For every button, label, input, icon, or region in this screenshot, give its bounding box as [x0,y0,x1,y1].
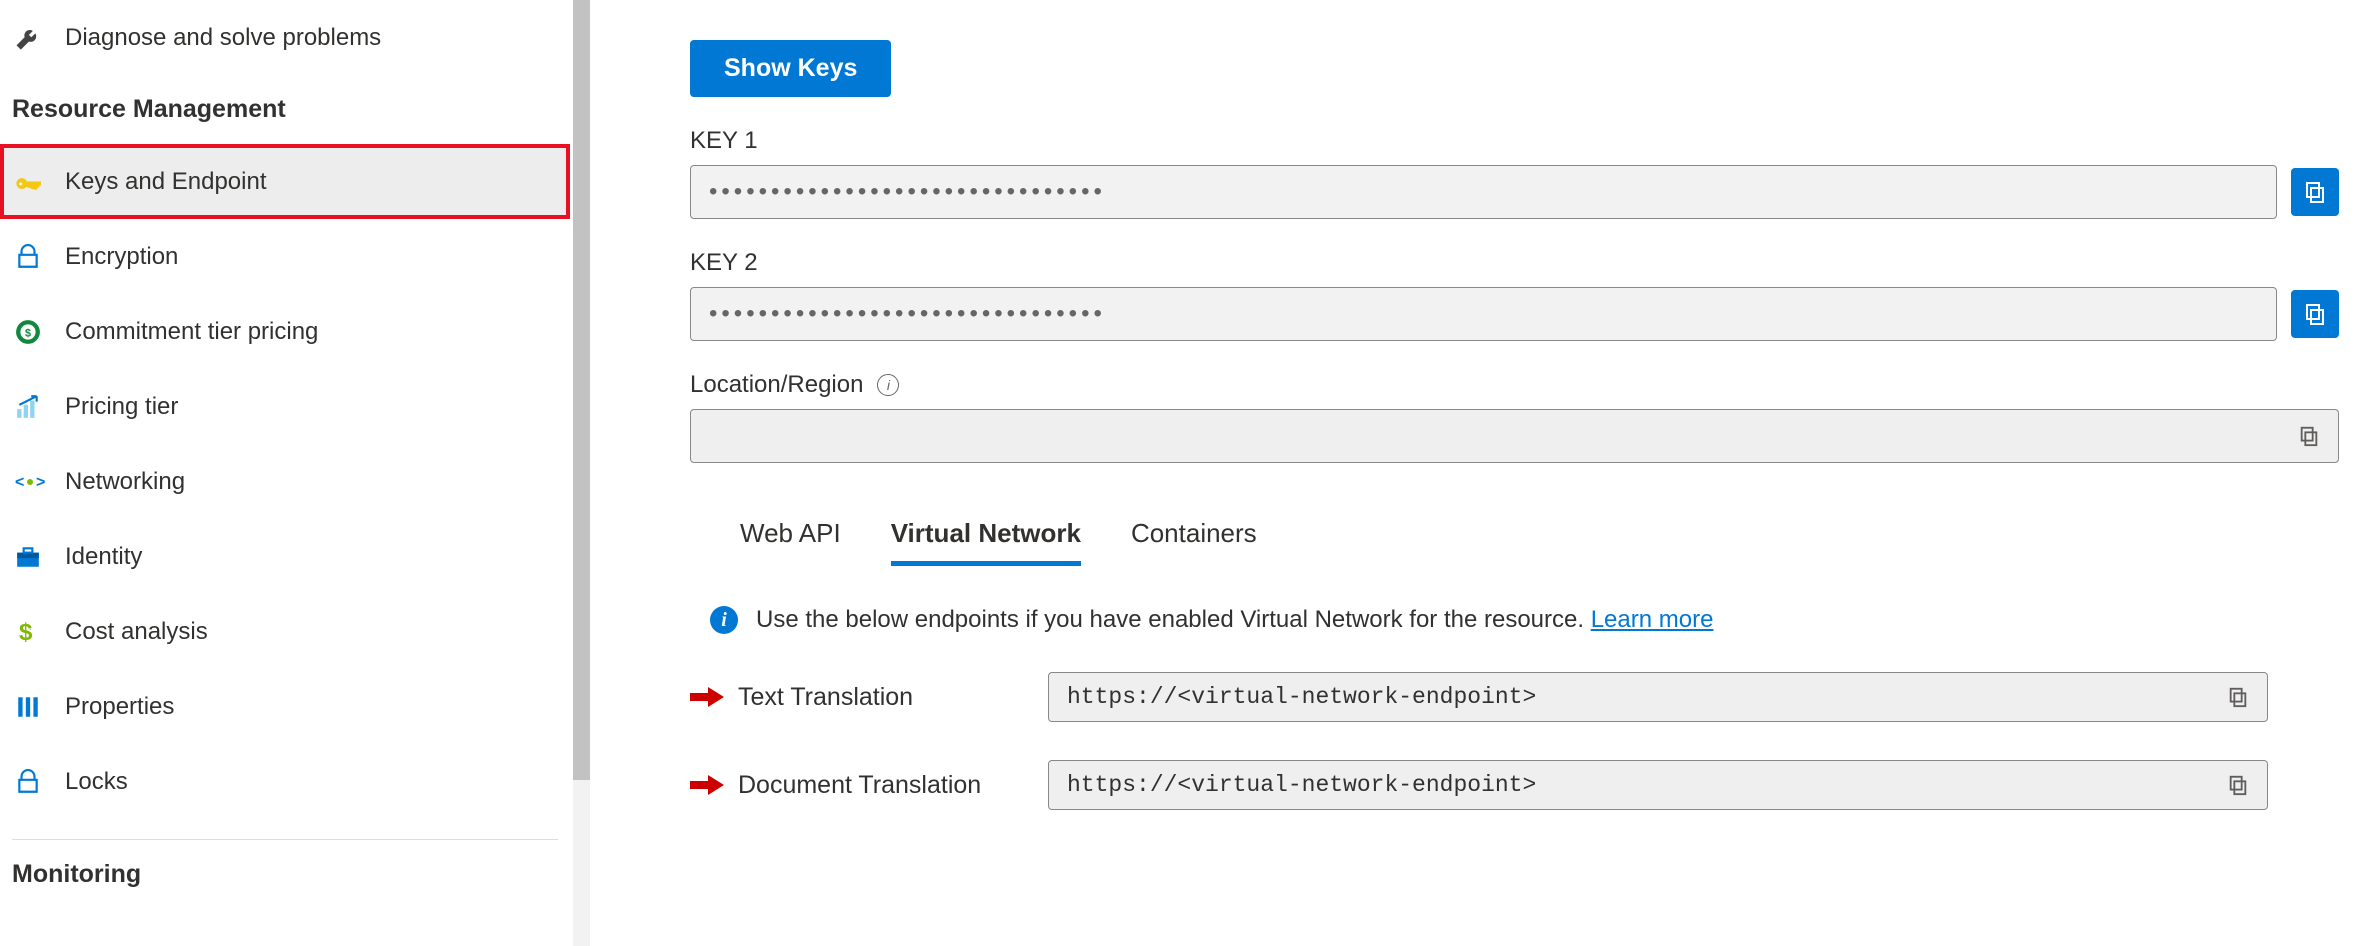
sidebar-item-diagnose[interactable]: Diagnose and solve problems [0,0,570,75]
chart-arrow-icon [15,394,65,420]
tab-containers[interactable]: Containers [1131,518,1257,566]
lock-icon [15,769,65,795]
sidebar-item-label: Locks [65,768,128,796]
document-translation-input[interactable]: https://<virtual-network-endpoint> [1048,760,2268,810]
endpoint-tabs: Web API Virtual Network Containers [690,518,2339,566]
wrench-icon [15,24,65,52]
sidebar-item-label: Pricing tier [65,393,178,421]
copy-location-button[interactable] [2298,425,2320,447]
learn-more-link[interactable]: Learn more [1591,606,1714,633]
networking-icon: <> [15,471,65,493]
location-label: Location/Region [690,371,863,399]
sidebar-item-properties[interactable]: Properties [0,669,570,744]
sidebar-item-label: Cost analysis [65,618,208,646]
sidebar-item-label: Encryption [65,243,178,271]
tab-virtual-network[interactable]: Virtual Network [891,518,1081,566]
scrollbar-track[interactable] [573,0,590,946]
virtual-network-notice: i Use the below endpoints if you have en… [690,606,2339,634]
info-icon: i [710,606,738,634]
dollar-icon: $. [15,618,65,646]
sidebar-item-label: Diagnose and solve problems [65,24,381,52]
svg-text:.: . [29,622,32,633]
sidebar-item-label: Properties [65,693,174,721]
text-translation-input[interactable]: https://<virtual-network-endpoint> [1048,672,2268,722]
sidebar-item-label: Networking [65,468,185,496]
sidebar-item-pricing-tier[interactable]: Pricing tier [0,369,570,444]
copy-key1-button[interactable] [2291,168,2339,216]
copy-key2-button[interactable] [2291,290,2339,338]
sidebar-item-locks[interactable]: Locks [0,744,570,819]
sidebar-item-label: Commitment tier pricing [65,318,318,346]
key-icon [15,169,65,195]
svg-text:<: < [15,474,24,491]
key1-label: KEY 1 [690,127,2339,155]
copy-icon [2303,302,2327,326]
copy-icon [2303,180,2327,204]
location-input[interactable] [690,409,2339,463]
sidebar-item-label: Keys and Endpoint [65,168,266,196]
sidebar-item-networking[interactable]: <> Networking [0,444,570,519]
show-keys-button[interactable]: Show Keys [690,40,891,97]
key2-label: KEY 2 [690,249,2339,277]
text-translation-label: Text Translation [738,683,1048,712]
info-icon[interactable]: i [877,374,899,396]
sidebar-section-monitoring: Monitoring [0,840,570,909]
copy-icon [2227,686,2249,708]
key1-input[interactable] [690,165,2277,219]
dollar-circle-icon: $ [15,319,65,345]
key2-input[interactable] [690,287,2277,341]
copy-icon [2227,774,2249,796]
svg-text:$: $ [25,327,31,339]
sidebar-item-identity[interactable]: Identity [0,519,570,594]
red-arrow-icon [690,774,724,796]
lock-icon [15,244,65,270]
sidebar-item-encryption[interactable]: Encryption [0,219,570,294]
copy-text-translation-button[interactable] [2227,686,2249,708]
sidebar-item-cost-analysis[interactable]: $. Cost analysis [0,594,570,669]
notice-text: Use the below endpoints if you have enab… [756,606,1591,633]
scrollbar-thumb[interactable] [573,0,590,780]
sidebar-item-commitment-tier[interactable]: $ Commitment tier pricing [0,294,570,369]
properties-icon [15,694,65,720]
sidebar: Diagnose and solve problems Resource Man… [0,0,570,946]
tab-web-api[interactable]: Web API [740,518,841,566]
sidebar-item-label: Identity [65,543,142,571]
red-arrow-icon [690,686,724,708]
main-content: Show Keys KEY 1 KEY 2 Location/Region i … [690,0,2359,810]
briefcase-icon [15,544,65,570]
sidebar-item-keys-endpoint[interactable]: Keys and Endpoint [0,144,570,219]
sidebar-section-resource-management: Resource Management [0,75,570,144]
copy-icon [2298,425,2320,447]
svg-text:>: > [36,474,45,491]
document-translation-label: Document Translation [738,771,1048,800]
document-translation-value: https://<virtual-network-endpoint> [1067,772,1536,798]
text-translation-value: https://<virtual-network-endpoint> [1067,684,1536,710]
copy-document-translation-button[interactable] [2227,774,2249,796]
